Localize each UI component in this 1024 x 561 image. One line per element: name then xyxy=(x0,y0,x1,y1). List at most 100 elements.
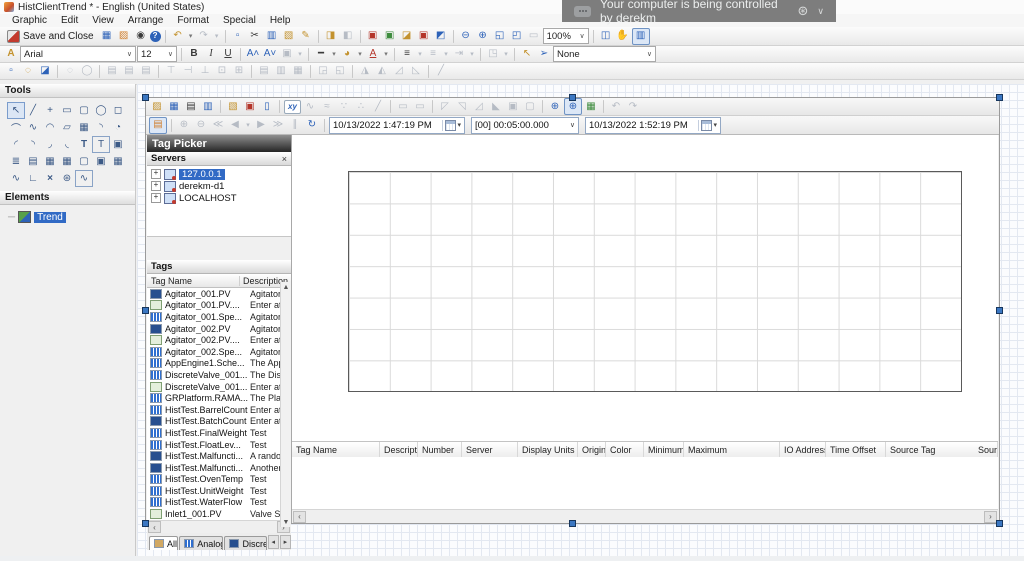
tag-list-item[interactable]: HistTest.Malfuncti... A random xyxy=(147,450,291,462)
tool-rectangle[interactable]: ▭ xyxy=(58,102,76,119)
rotate-ccw-icon[interactable]: ◺ xyxy=(408,64,424,79)
selection-handle[interactable] xyxy=(569,94,576,101)
trend-pause-icon[interactable]: ∥ xyxy=(287,118,303,133)
tag-grid-horizontal-scrollbar[interactable]: ‹ › xyxy=(292,509,998,523)
selection-handle[interactable] xyxy=(569,520,576,527)
tag-list-item[interactable]: Agitator_001.Spe... Agitator S xyxy=(147,311,291,323)
align-top-icon[interactable]: ⊤ xyxy=(163,64,179,79)
tag-list-item[interactable]: Agitator_002.Spe... Agitator S xyxy=(147,346,291,358)
expand-icon[interactable]: + xyxy=(151,181,161,191)
redo-menu-icon[interactable]: ▾ xyxy=(213,29,221,44)
trend-zoom-back-icon[interactable]: ◹ xyxy=(454,99,470,114)
element-style-combo[interactable]: None∨ xyxy=(553,46,656,62)
tool-trend-pen[interactable]: ∿ xyxy=(75,170,93,187)
align-bottom-icon[interactable]: ⊥ xyxy=(197,64,213,79)
close-icon[interactable]: × xyxy=(282,154,287,164)
publish-icon[interactable]: ▨ xyxy=(116,29,132,44)
tool-window[interactable]: ▢ xyxy=(75,153,93,170)
tag-list-item[interactable]: Agitator_001.PV.... Enter attri xyxy=(147,300,291,312)
trend-print-icon[interactable]: ▤ xyxy=(183,99,199,114)
grid-column-header[interactable]: IO Address xyxy=(780,442,826,458)
trend-xy-plot-icon[interactable]: xy xyxy=(284,100,301,114)
grow-font-icon[interactable]: A˄ xyxy=(245,47,261,62)
trend-tag-search-icon[interactable]: ⊕ xyxy=(547,99,563,114)
tool-elbow-connector[interactable]: ∟ xyxy=(24,170,42,187)
selection-handle[interactable] xyxy=(996,94,1003,101)
link-animation-icon[interactable]: ↖ xyxy=(519,47,535,62)
grid-column-header[interactable]: Maximum xyxy=(684,442,780,458)
graphic-canvas[interactable]: ▨▦▤▥▧▣▯xy∿≈∵∴╱▭▭◸◹◿◣▣▢⊕⊕▦↶↷ ▤⊕⊖≪◀▾▶≫∥↻ 1… xyxy=(137,84,1024,556)
font-properties-icon[interactable]: A xyxy=(3,47,19,62)
record-icon[interactable]: ◉ xyxy=(133,29,149,44)
tool-arc-1[interactable]: ◜ xyxy=(7,136,25,153)
trend-rubber-band-icon[interactable]: ◸ xyxy=(437,99,453,114)
rotate-cw-icon[interactable]: ◿ xyxy=(391,64,407,79)
tool-arc-2[interactable]: ◝ xyxy=(24,136,42,153)
bold-icon[interactable]: B xyxy=(186,47,202,62)
embedded-symbol-icon[interactable]: ◧ xyxy=(340,29,356,44)
grid-column-header[interactable]: Original Units xyxy=(578,442,606,458)
undo-menu-icon[interactable]: ▾ xyxy=(187,29,195,44)
duration-combo[interactable]: [00] 00:05:00.000 ∨ xyxy=(471,117,579,134)
scroll-left-icon[interactable]: ‹ xyxy=(148,521,161,533)
grid-column-header[interactable]: Sour xyxy=(974,442,998,458)
tool-arc-4[interactable]: ◟ xyxy=(58,136,76,153)
tag-filter-tab[interactable]: Discre xyxy=(224,536,266,550)
tag-list-item[interactable]: Agitator_001.PV Agitator S xyxy=(147,288,291,300)
trend-step-back-full-icon[interactable]: ≪ xyxy=(210,118,226,133)
space-vertical-icon[interactable]: ▥ xyxy=(273,64,289,79)
tag-list-item[interactable]: DiscreteValve_001... Enter attri xyxy=(147,381,291,393)
menu-item[interactable]: View xyxy=(86,15,120,26)
tag-list-item[interactable]: HistTest.OvenTemp Test xyxy=(147,474,291,486)
trend-zoom-x-icon[interactable]: ◿ xyxy=(471,99,487,114)
trend-options-icon[interactable]: ▣ xyxy=(242,99,258,114)
tag-list-item[interactable]: AppEngine1.Sche... The AppEn xyxy=(147,358,291,370)
align-text-icon[interactable]: ≡ xyxy=(399,47,415,62)
paste-icon[interactable]: ▧ xyxy=(281,29,297,44)
tool-line[interactable]: ╱ xyxy=(24,102,42,119)
underline-icon[interactable]: U xyxy=(220,47,236,62)
grid-column-header[interactable]: Number xyxy=(418,442,462,458)
trend-zoom-all-icon[interactable]: ▢ xyxy=(522,99,538,114)
text-box-icon[interactable]: ▣ xyxy=(279,47,295,62)
font-size-combo[interactable]: 12∨ xyxy=(137,46,177,62)
orientation-menu-icon[interactable]: ▾ xyxy=(502,47,510,62)
center-horizontal-icon[interactable]: ⊡ xyxy=(214,64,230,79)
tool-arc-3[interactable]: ◞ xyxy=(41,136,59,153)
align-text-menu-icon[interactable]: ▾ xyxy=(416,47,424,62)
fit-to-window-icon[interactable]: ◱ xyxy=(492,29,508,44)
fill-color-icon[interactable]: ◕ xyxy=(339,47,355,62)
tool-corner-arc[interactable]: ◝ xyxy=(92,119,110,136)
tag-filter-tab[interactable]: Analog xyxy=(179,536,223,550)
save-icon[interactable]: ▦ xyxy=(99,29,115,44)
align-middle-icon[interactable]: ⊣ xyxy=(180,64,196,79)
tool-hv-line[interactable]: + xyxy=(41,102,59,119)
trend-undo-icon[interactable]: ↶ xyxy=(608,99,624,114)
trend-zoom-normal-icon[interactable]: ▣ xyxy=(505,99,521,114)
trend-pen-icon[interactable]: ╱ xyxy=(370,99,386,114)
tag-list-item[interactable]: HistTest.WaterFlow Test xyxy=(147,497,291,509)
copy-icon[interactable]: ▥ xyxy=(264,29,280,44)
trend-zoom-out-time-icon[interactable]: ⊖ xyxy=(193,118,209,133)
trend-step-forward-full-icon[interactable]: ≫ xyxy=(270,118,286,133)
zoom-in-icon[interactable]: ⊕ xyxy=(475,29,491,44)
italic-icon[interactable]: I xyxy=(203,47,219,62)
save-and-close-button[interactable]: Save and Close xyxy=(3,28,98,45)
tool-closed-curve[interactable]: ◠ xyxy=(41,119,59,136)
selection-handle[interactable] xyxy=(996,307,1003,314)
line-color-menu-icon[interactable]: ▾ xyxy=(330,47,338,62)
trend-zoom-in-time-icon[interactable]: ⊕ xyxy=(176,118,192,133)
indent-icon[interactable]: ⇥ xyxy=(451,47,467,62)
expand-icon[interactable]: + xyxy=(151,169,161,179)
flip-horizontal-icon[interactable]: ◮ xyxy=(357,64,373,79)
export-graphic-icon[interactable]: ▣ xyxy=(382,29,398,44)
show-rulers-icon[interactable]: ▥ xyxy=(632,28,650,45)
scroll-down-icon[interactable]: ▼ xyxy=(283,517,290,527)
tool-picture[interactable]: ▦ xyxy=(41,153,59,170)
tag-list-vertical-scrollbar[interactable]: ▲ ▼ xyxy=(280,282,291,527)
tool-rounded-rectangle[interactable]: ▢ xyxy=(75,102,93,119)
start-time-field[interactable]: 10/13/2022 1:47:19 PM ▾ xyxy=(329,117,465,134)
trend-export-icon[interactable]: ▦ xyxy=(583,99,599,114)
symbol-wizard-icon[interactable]: ◨ xyxy=(323,29,339,44)
indent-menu-icon[interactable]: ▾ xyxy=(468,47,476,62)
